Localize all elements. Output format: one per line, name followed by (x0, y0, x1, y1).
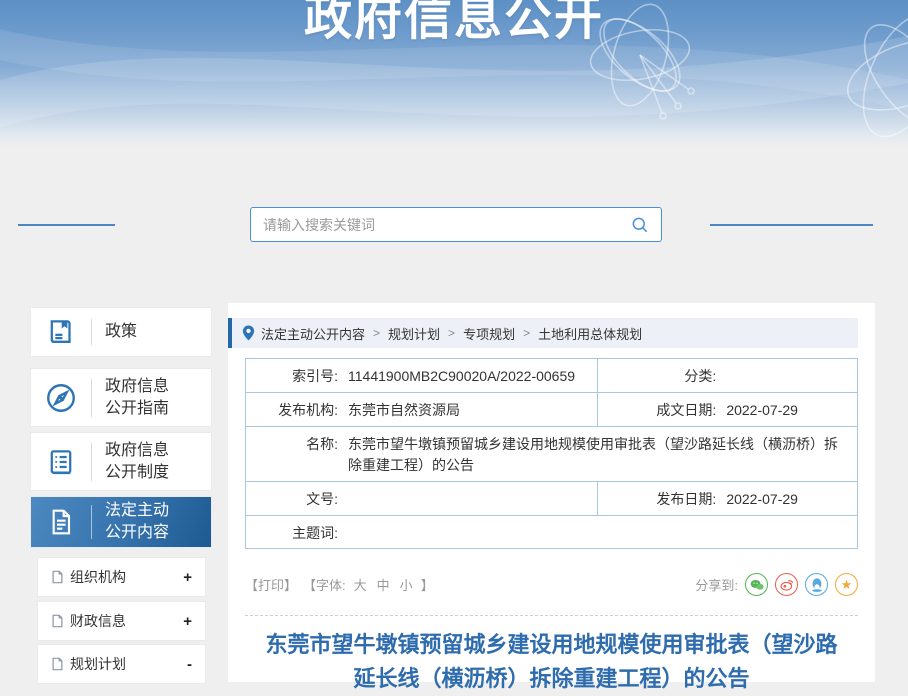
search-input[interactable] (251, 208, 619, 241)
field-value: 2022-07-29 (716, 489, 857, 510)
qq-icon (811, 578, 823, 592)
breadcrumb: 法定主动公开内容 > 规划计划 > 专项规划 > 土地利用总体规划 (228, 318, 858, 348)
sidebar-subitem-planning[interactable]: 规划计划 - (38, 645, 205, 683)
page-banner: 政府信息公开 (0, 0, 908, 148)
share-qq-button[interactable] (805, 573, 828, 596)
share-wechat-button[interactable] (745, 573, 768, 596)
font-size-label: 【字体: (303, 575, 346, 594)
star-icon: ★ (841, 577, 853, 593)
divider (91, 319, 92, 345)
field-label: 名称: (246, 434, 338, 454)
field-label: 成文日期: (598, 400, 716, 420)
book-icon (31, 315, 91, 349)
breadcrumb-separator: > (448, 326, 455, 340)
sidebar-subitem-finance[interactable]: 财政信息 + (38, 602, 205, 640)
field-label: 主题词: (246, 523, 338, 543)
font-size-medium[interactable]: 中 (377, 575, 390, 594)
sidebar-subitem-label: 财政信息 (70, 611, 126, 631)
sidebar-subitem-label: 规划计划 (70, 654, 126, 674)
table-cell-index: 索引号: 11441900MB2C90020A/2022-00659 (246, 359, 597, 392)
table-row: 文号: 发布日期: 2022-07-29 (245, 482, 858, 516)
dashed-divider (245, 615, 858, 616)
share-weibo-button[interactable] (775, 573, 798, 596)
search-button[interactable] (619, 208, 661, 241)
search-box (250, 207, 662, 242)
expand-toggle[interactable]: + (183, 569, 192, 586)
table-row: 主题词: (245, 516, 858, 549)
table-row: 索引号: 11441900MB2C90020A/2022-00659 分类: (245, 358, 858, 393)
share-label: 分享到: (695, 575, 738, 594)
sidebar-item-policy[interactable]: 政策 (31, 308, 211, 356)
page-icon (51, 657, 64, 671)
search-icon (630, 215, 650, 235)
field-label: 发布机构: (246, 400, 338, 420)
print-font-tools: 【打印】 【字体: 大 中 小 】 (245, 575, 434, 594)
sidebar-item-legal-disclosure[interactable]: 法定主动公开内容 (31, 497, 211, 547)
document-info-table: 索引号: 11441900MB2C90020A/2022-00659 分类: 发… (245, 358, 858, 549)
page-icon (51, 570, 64, 584)
search-band (0, 148, 908, 303)
weibo-icon (780, 578, 794, 591)
print-button[interactable]: 【打印】 (245, 575, 297, 594)
decorative-line-right (710, 224, 873, 226)
sidebar-item-label: 政府信息公开制度 (105, 440, 177, 484)
table-row: 发布机构: 东莞市自然资源局 成文日期: 2022-07-29 (245, 393, 858, 427)
sidebar-subitem-label: 组织机构 (70, 567, 126, 587)
decorative-line-left (18, 224, 115, 226)
article-title: 东莞市望牛墩镇预留城乡建设用地规模使用审批表（望沙路延长线（横沥桥）拆除重建工程… (260, 628, 844, 696)
table-cell-name: 名称: 东莞市望牛墩镇预留城乡建设用地规模使用审批表（望沙路延长线（横沥桥）拆除… (246, 427, 857, 481)
wechat-icon (750, 579, 764, 591)
divider (91, 379, 92, 417)
share-bar: 分享到: (695, 573, 858, 596)
breadcrumb-item[interactable]: 土地利用总体规划 (538, 324, 642, 343)
gov-info-page: { "banner": { "title": "政府信息公开" }, "sear… (0, 0, 908, 682)
divider (91, 505, 92, 539)
compass-icon (31, 380, 91, 416)
sidebar-item-label: 政府信息公开指南 (105, 376, 177, 420)
sidebar: 政策 政府信息公开指南 (0, 303, 228, 682)
location-pin-icon (242, 325, 255, 341)
table-cell-doc-number: 文号: (246, 482, 597, 515)
table-cell-date-written: 成文日期: 2022-07-29 (597, 393, 857, 426)
table-row: 名称: 东莞市望牛墩镇预留城乡建设用地规模使用审批表（望沙路延长线（横沥桥）拆除… (245, 427, 858, 482)
main-panel: 法定主动公开内容 > 规划计划 > 专项规划 > 土地利用总体规划 索引号: 1… (228, 303, 875, 682)
share-favorite-button[interactable]: ★ (835, 573, 858, 596)
breadcrumb-separator: > (523, 326, 530, 340)
table-cell-issuer: 发布机构: 东莞市自然资源局 (246, 393, 597, 426)
field-value: 2022-07-29 (716, 400, 857, 421)
sidebar-item-label: 法定主动公开内容 (105, 500, 177, 544)
table-cell-keywords: 主题词: (246, 516, 857, 548)
sidebar-item-label: 政策 (105, 321, 177, 343)
breadcrumb-item[interactable]: 专项规划 (463, 324, 515, 343)
breadcrumb-item[interactable]: 规划计划 (388, 324, 440, 343)
field-value: 11441900MB2C90020A/2022-00659 (338, 366, 597, 387)
field-value: 东莞市望牛墩镇预留城乡建设用地规模使用审批表（望沙路延长线（横沥桥）拆除重建工程… (338, 434, 857, 476)
expand-toggle[interactable]: + (183, 613, 192, 630)
field-label: 索引号: (246, 366, 338, 386)
font-size-label-close: 】 (421, 575, 434, 594)
table-cell-date-published: 发布日期: 2022-07-29 (597, 482, 857, 515)
font-size-small[interactable]: 小 (400, 575, 413, 594)
field-value: 东莞市自然资源局 (338, 400, 597, 421)
list-doc-icon (31, 445, 91, 479)
content-area: 政策 政府信息公开指南 (0, 303, 908, 682)
breadcrumb-separator: > (373, 326, 380, 340)
page-icon (51, 614, 64, 628)
breadcrumb-item[interactable]: 法定主动公开内容 (261, 324, 365, 343)
doc-icon (31, 506, 91, 538)
sidebar-item-guide[interactable]: 政府信息公开指南 (31, 369, 211, 426)
field-label: 发布日期: (598, 489, 716, 509)
table-cell-category: 分类: (597, 359, 857, 392)
page-title: 政府信息公开 (0, 0, 908, 50)
font-size-large[interactable]: 大 (354, 575, 367, 594)
toolbar: 【打印】 【字体: 大 中 小 】 分享到: (245, 573, 858, 596)
sidebar-item-rules[interactable]: 政府信息公开制度 (31, 433, 211, 490)
divider (91, 443, 92, 481)
field-label: 分类: (598, 366, 716, 386)
field-label: 文号: (246, 489, 338, 509)
sidebar-subitem-organization[interactable]: 组织机构 + (38, 558, 205, 596)
collapse-toggle[interactable]: - (187, 656, 192, 673)
